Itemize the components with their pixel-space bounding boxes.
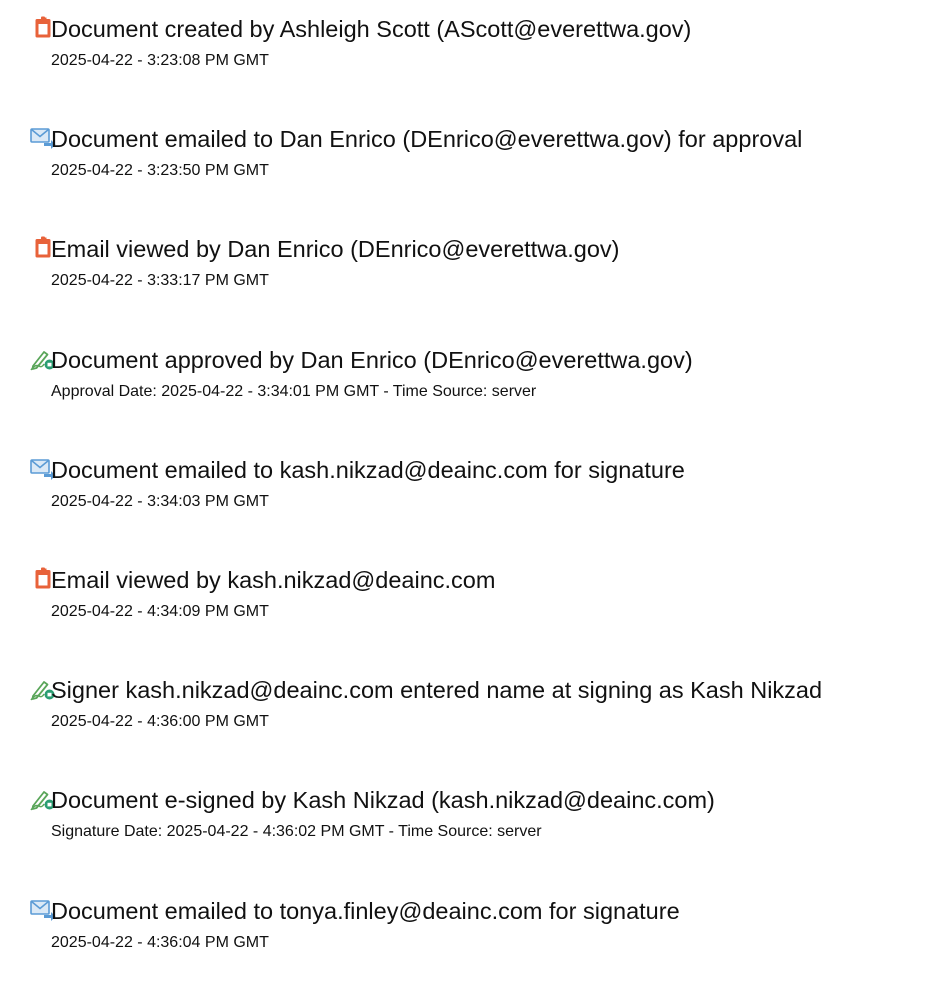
event-timestamp: 2025-04-22 - 4:36:00 PM GMT (51, 713, 269, 730)
event-timestamp: 2025-04-22 - 3:33:17 PM GMT (51, 272, 269, 289)
audit-event: Document emailed to Dan Enrico (DEnrico@… (0, 126, 925, 216)
audit-event: Document emailed to kash.nikzad@deainc.c… (0, 457, 925, 547)
event-title: Email viewed by kash.nikzad@deainc.com (51, 567, 496, 593)
audit-event: Email viewed by Dan Enrico (DEnrico@ever… (0, 236, 925, 326)
event-title: Document emailed to kash.nikzad@deainc.c… (51, 457, 685, 483)
audit-event: Document emailed to tonya.finley@deainc.… (0, 898, 925, 988)
event-title: Document emailed to Dan Enrico (DEnrico@… (51, 126, 803, 152)
event-timestamp: Approval Date: 2025-04-22 - 3:34:01 PM G… (51, 383, 537, 400)
event-title: Document approved by Dan Enrico (DEnrico… (51, 347, 693, 373)
event-title: Document emailed to tonya.finley@deainc.… (51, 898, 680, 924)
event-title: Signer kash.nikzad@deainc.com entered na… (51, 677, 823, 703)
audit-event: Document e-signed by Kash Nikzad (kash.n… (0, 787, 925, 877)
audit-event: Email viewed by kash.nikzad@deainc.com 2… (0, 567, 925, 657)
event-timestamp: 2025-04-22 - 3:34:03 PM GMT (51, 493, 269, 510)
audit-event: Document created by Ashleigh Scott (ASco… (0, 16, 925, 106)
event-timestamp: Signature Date: 2025-04-22 - 4:36:02 PM … (51, 823, 542, 840)
event-timestamp: 2025-04-22 - 4:36:04 PM GMT (51, 934, 269, 951)
event-title: Document created by Ashleigh Scott (ASco… (51, 16, 692, 42)
audit-event: Document approved by Dan Enrico (DEnrico… (0, 347, 925, 437)
event-title: Document e-signed by Kash Nikzad (kash.n… (51, 787, 715, 813)
event-timestamp: 2025-04-22 - 4:34:09 PM GMT (51, 603, 269, 620)
event-title: Email viewed by Dan Enrico (DEnrico@ever… (51, 236, 620, 262)
event-timestamp: 2025-04-22 - 3:23:08 PM GMT (51, 52, 269, 69)
audit-event: Signer kash.nikzad@deainc.com entered na… (0, 677, 925, 767)
event-timestamp: 2025-04-22 - 3:23:50 PM GMT (51, 162, 269, 179)
